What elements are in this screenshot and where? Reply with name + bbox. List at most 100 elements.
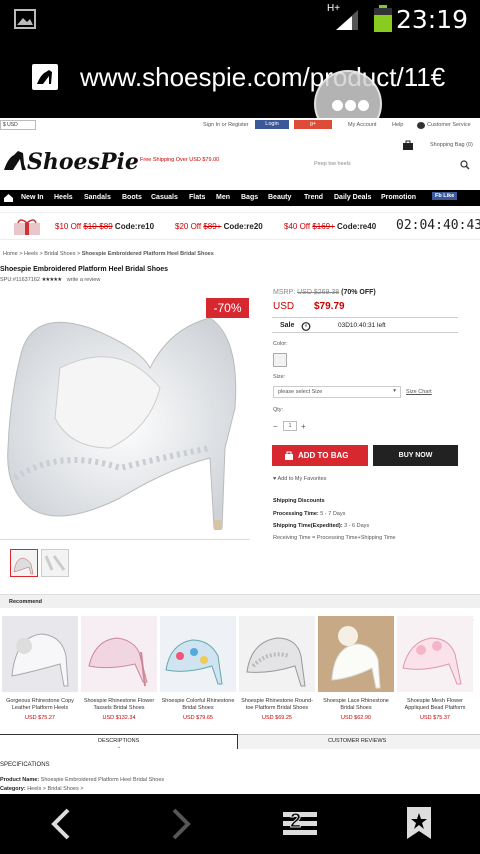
recommend-image[interactable] bbox=[318, 616, 394, 692]
add-favorites-link[interactable]: ♥ Add to My Favorites bbox=[273, 476, 326, 482]
shoespie-logo-icon bbox=[4, 151, 26, 170]
product-main-image[interactable]: -70% bbox=[0, 298, 250, 540]
recommend-name[interactable]: Gorgeous Rhinestone Copy Leather Platfor… bbox=[2, 698, 78, 712]
product-thumbnail-1[interactable] bbox=[10, 549, 38, 577]
tab-customer-reviews-label: CUSTOMER REVIEWS bbox=[328, 738, 387, 744]
sale-countdown: 03D10:40:31 left bbox=[338, 322, 386, 329]
breadcrumb-bridal-shoes[interactable]: Bridal Shoes bbox=[44, 251, 75, 257]
shipping-discounts-heading: Shipping Discounts bbox=[273, 498, 325, 504]
recommend-name[interactable]: Shoespie Mesh Flower Appliqued Bead Plat… bbox=[397, 698, 473, 712]
recommend-item[interactable]: Shoespie Rhinestone Round-toe Platform B… bbox=[239, 616, 315, 721]
site-logo[interactable]: ShoesPie bbox=[27, 149, 139, 175]
nav-item-men[interactable]: Men bbox=[216, 194, 230, 201]
site-favicon bbox=[32, 64, 58, 90]
recommend-name[interactable]: Shoespie Rhinestone Flower Tassels Brida… bbox=[81, 698, 157, 712]
web-page: $ USD Sign In or Register Login g+ My Ac… bbox=[0, 118, 480, 794]
help-link[interactable]: Help bbox=[392, 122, 403, 128]
bridal-shoe-illustration bbox=[7, 317, 237, 530]
recommend-image[interactable] bbox=[160, 616, 236, 692]
facebook-login-button[interactable]: Login bbox=[255, 120, 289, 129]
qty-decrease-button[interactable]: − bbox=[273, 422, 278, 431]
promo-bar: $10 Off $10-$89 Code:re10 $20 Off $89+ C… bbox=[0, 212, 480, 240]
nav-item-sandals[interactable]: Sandals bbox=[84, 194, 111, 201]
nav-item-casuals[interactable]: Casuals bbox=[151, 194, 178, 201]
recommend-price: USD $69.25 bbox=[262, 715, 292, 721]
size-chart-link[interactable]: Size Chart bbox=[406, 389, 432, 395]
tab-customer-reviews[interactable]: CUSTOMER REVIEWS bbox=[238, 734, 480, 749]
qty-input[interactable]: 1 bbox=[283, 421, 297, 431]
my-account-link[interactable]: My Account bbox=[348, 122, 376, 128]
rating-stars-icon: ★★★★★ bbox=[41, 277, 63, 283]
nav-item-daily-deals[interactable]: Daily Deals bbox=[334, 194, 371, 201]
clock: 23:19 bbox=[395, 5, 468, 34]
google-login-button[interactable]: g+ bbox=[294, 120, 332, 129]
recommend-price: USD $79.65 bbox=[183, 715, 213, 721]
color-swatch-white[interactable] bbox=[273, 353, 287, 367]
url-field[interactable]: www.shoespie.com/product/11€ bbox=[80, 62, 470, 93]
recommend-image[interactable] bbox=[397, 616, 473, 692]
nav-item-heels[interactable]: Heels bbox=[54, 194, 73, 201]
nav-item-boots[interactable]: Boots bbox=[122, 194, 142, 201]
recommend-item[interactable]: Shoespie Lace Rhinestone Bridal Shoes US… bbox=[318, 616, 394, 721]
shopping-bag-icon[interactable] bbox=[402, 139, 414, 151]
forward-arrow-icon[interactable] bbox=[170, 808, 192, 840]
shopping-bag-link[interactable]: Shopping Bag (0) bbox=[430, 142, 473, 148]
nav-item-bags[interactable]: Bags bbox=[241, 194, 258, 201]
color-label: Color: bbox=[273, 341, 288, 347]
breadcrumb-home[interactable]: Home bbox=[3, 251, 18, 257]
nav-item-new-in[interactable]: New In bbox=[21, 194, 44, 201]
receiving-time-note: Receiving Time = Processing Time+Shippin… bbox=[273, 535, 396, 541]
nav-item-flats[interactable]: Flats bbox=[189, 194, 205, 201]
breadcrumb-current: Shoespie Embroidered Platform Heel Brida… bbox=[81, 251, 214, 257]
tab-descriptions[interactable]: DESCRIPTIONS ⌄ bbox=[0, 734, 238, 750]
recommend-name[interactable]: Shoespie Lace Rhinestone Bridal Shoes bbox=[318, 698, 394, 712]
currency-select[interactable]: $ USD bbox=[0, 120, 36, 130]
recommend-item[interactable]: Gorgeous Rhinestone Copy Leather Platfor… bbox=[2, 616, 78, 721]
recommend-name[interactable]: Shoespie Rhinestone Round-toe Platform B… bbox=[239, 698, 315, 712]
buy-now-button[interactable]: BUY NOW bbox=[373, 445, 458, 466]
size-select-placeholder: please select Size bbox=[278, 389, 323, 395]
product-thumbnail-2[interactable] bbox=[41, 549, 69, 577]
size-select[interactable]: please select Size ▾ bbox=[273, 386, 401, 398]
recommend-price: USD $75.37 bbox=[420, 715, 450, 721]
bag-icon bbox=[285, 451, 293, 460]
discount-badge: -70% bbox=[206, 298, 249, 318]
recommend-image[interactable] bbox=[239, 616, 315, 692]
chevron-down-icon: ▾ bbox=[393, 388, 396, 394]
price-value: $79.79 bbox=[314, 301, 345, 312]
back-arrow-icon[interactable] bbox=[50, 808, 72, 840]
breadcrumb-heels[interactable]: Heels bbox=[24, 251, 38, 257]
customer-service-link[interactable]: Customer Service bbox=[427, 122, 471, 128]
size-label: Size: bbox=[273, 374, 286, 380]
price-currency: USD bbox=[273, 301, 295, 312]
add-to-bag-button[interactable]: ADD TO BAG bbox=[272, 445, 368, 466]
promo-deal-1: $10 Off $10-$89 Code:re10 bbox=[55, 222, 155, 231]
facebook-like-button[interactable]: Fb Like bbox=[432, 192, 458, 200]
search-input[interactable]: Peep toe heels bbox=[310, 159, 472, 170]
home-icon[interactable] bbox=[3, 193, 14, 203]
recommend-item[interactable]: Shoespie Mesh Flower Appliqued Bead Plat… bbox=[397, 616, 473, 721]
recommend-image[interactable] bbox=[81, 616, 157, 692]
recommend-name[interactable]: Shoespie Colorful Rhinestone Bridal Shoe… bbox=[160, 698, 236, 712]
nav-item-promotion[interactable]: Promotion bbox=[381, 194, 416, 201]
signin-link[interactable]: Sign In or Register bbox=[203, 122, 249, 128]
recommend-item[interactable]: Shoespie Colorful Rhinestone Bridal Shoe… bbox=[160, 616, 236, 721]
alarm-clock-icon bbox=[301, 322, 311, 331]
sale-timer-row: Sale 03D10:40:31 left bbox=[272, 317, 458, 333]
recommend-price: USD $132.34 bbox=[102, 715, 136, 721]
dot-icon bbox=[345, 100, 356, 111]
search-placeholder: Peep toe heels bbox=[314, 161, 351, 167]
qty-increase-button[interactable]: + bbox=[301, 422, 306, 431]
recommend-image[interactable] bbox=[2, 616, 78, 692]
battery-icon bbox=[374, 5, 392, 32]
chevron-down-icon: ⌄ bbox=[117, 744, 122, 750]
gallery-icon bbox=[14, 9, 36, 29]
nav-item-beauty[interactable]: Beauty bbox=[268, 194, 291, 201]
write-review-link[interactable]: write a review bbox=[67, 277, 101, 283]
countdown-timer: 02:04:40:43 bbox=[396, 218, 480, 233]
recommend-item[interactable]: Shoespie Rhinestone Flower Tassels Brida… bbox=[81, 616, 157, 721]
sale-label: Sale bbox=[280, 322, 295, 329]
search-icon[interactable] bbox=[460, 160, 470, 170]
nav-item-trend[interactable]: Trend bbox=[304, 194, 323, 201]
bookmark-star-icon[interactable] bbox=[406, 806, 432, 840]
